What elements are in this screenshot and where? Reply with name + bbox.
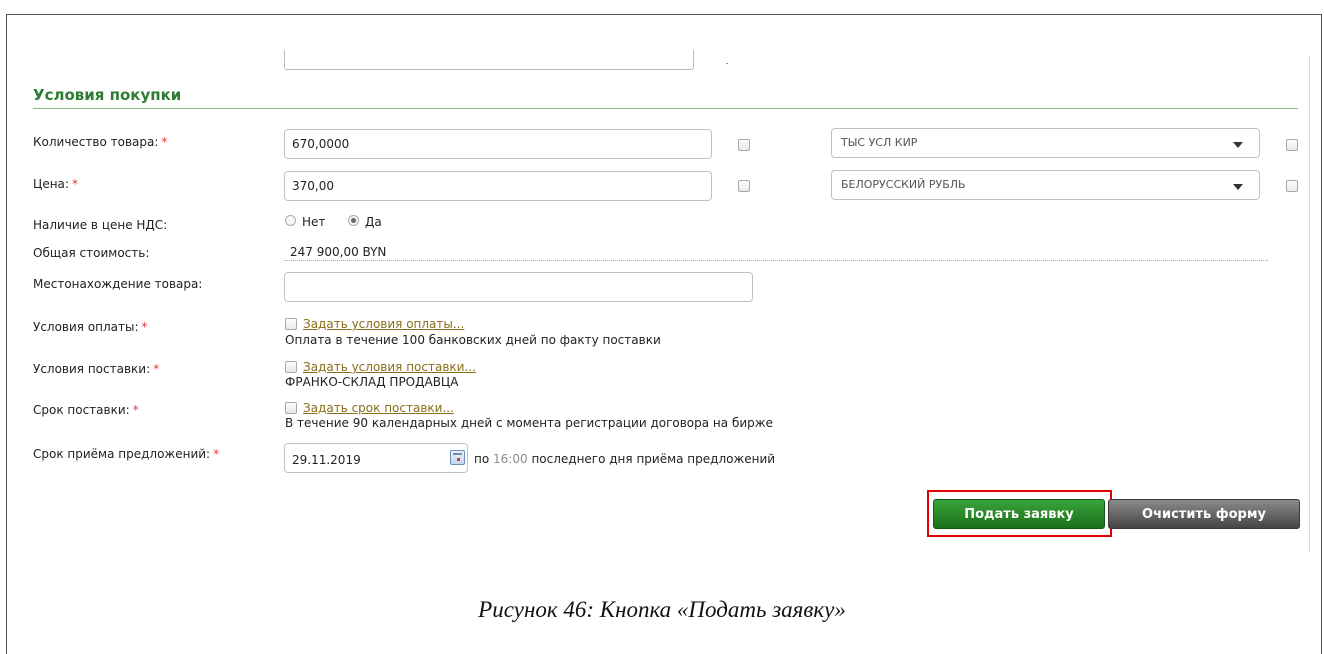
deadline-note: по 16:00 последнего дня приёма предложен… — [474, 452, 776, 466]
currency-select-value: БЕЛОРУССКИЙ РУБЛЬ — [841, 178, 966, 191]
unit-checkbox[interactable] — [1286, 139, 1298, 151]
required-marker: * — [161, 135, 168, 149]
set-payment-terms-link[interactable]: Задать условия оплаты... — [303, 317, 464, 331]
required-marker: * — [141, 320, 148, 334]
deadline-date-input[interactable]: 29.11.2019 — [284, 443, 468, 473]
delivery-checkbox[interactable] — [285, 361, 297, 373]
total-value: 247 900,00 BYN — [290, 245, 387, 259]
total-label: Общая стоимость: — [33, 246, 150, 260]
section-title: Условия покупки — [33, 86, 182, 104]
required-marker: * — [132, 403, 139, 417]
price-input[interactable]: 370,00 — [284, 171, 712, 201]
quantity-label: Количество товара: * — [33, 135, 168, 149]
set-delivery-terms-link[interactable]: Задать условия поставки... — [303, 360, 476, 374]
payment-checkbox[interactable] — [285, 318, 297, 330]
chevron-down-icon — [1233, 184, 1243, 190]
quantity-checkbox[interactable] — [738, 139, 750, 151]
document-frame — [6, 14, 1322, 654]
location-label: Местонахождение товара: — [33, 277, 203, 291]
delivery-term-text: В течение 90 календарных дней с момента … — [285, 416, 773, 430]
vat-option-no-label: Нет — [302, 215, 326, 229]
term-label: Срок поставки: * — [33, 403, 139, 417]
vat-option-yes-label: Да — [365, 215, 382, 229]
required-marker: * — [213, 447, 220, 461]
currency-checkbox[interactable] — [1286, 180, 1298, 192]
set-delivery-term-link[interactable]: Задать срок поставки... — [303, 401, 454, 415]
figure-caption: Рисунок 46: Кнопка «Подать заявку» — [478, 597, 846, 622]
deadline-label: Срок приёма предложений: * — [33, 447, 220, 461]
previous-field-input[interactable] — [284, 50, 694, 70]
chevron-down-icon — [1233, 142, 1243, 148]
unit-select-value: ТЫС УСЛ КИР — [841, 136, 918, 149]
clear-form-button[interactable]: Очистить форму — [1108, 499, 1300, 529]
vat-label: Наличие в цене НДС: — [33, 218, 168, 232]
location-input[interactable] — [284, 272, 753, 302]
currency-select[interactable]: БЕЛОРУССКИЙ РУБЛЬ — [831, 170, 1260, 200]
deadline-time: 16:00 — [493, 452, 528, 466]
delivery-terms-text: ФРАНКО-СКЛАД ПРОДАВЦА — [285, 375, 459, 389]
unit-select[interactable]: ТЫС УСЛ КИР — [831, 128, 1260, 158]
right-divider — [1309, 56, 1310, 552]
submit-application-button[interactable]: Подать заявку — [933, 499, 1105, 529]
section-divider — [33, 108, 1298, 109]
term-checkbox[interactable] — [285, 402, 297, 414]
payment-terms-text: Оплата в течение 100 банковских дней по … — [285, 333, 661, 347]
delivery-label: Условия поставки: * — [33, 362, 160, 376]
vat-radio-yes[interactable] — [348, 215, 359, 226]
required-marker: * — [153, 362, 160, 376]
quantity-input[interactable]: 670,0000 — [284, 129, 712, 159]
payment-label: Условия оплаты: * — [33, 320, 148, 334]
decorative-dot — [726, 63, 728, 64]
price-checkbox[interactable] — [738, 180, 750, 192]
dotted-divider — [284, 260, 1268, 261]
vat-radio-no[interactable] — [285, 215, 296, 226]
required-marker: * — [71, 177, 78, 191]
deadline-date-value: 29.11.2019 — [292, 453, 361, 467]
calendar-icon[interactable] — [450, 450, 465, 465]
price-label: Цена: * — [33, 177, 78, 191]
